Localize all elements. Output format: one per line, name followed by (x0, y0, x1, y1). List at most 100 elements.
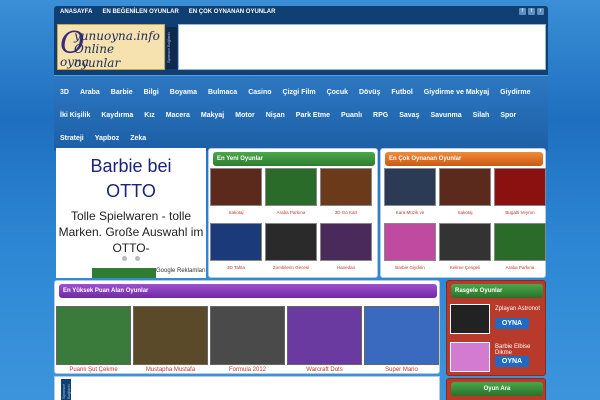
game-thumbnail[interactable] (384, 168, 436, 206)
play-button[interactable]: OYNA (495, 318, 529, 329)
category-row-2: İki Kişilik Kaydırma Kız Macera Makyaj Motor N… (60, 104, 544, 127)
category-link[interactable]: Çocuk (327, 89, 348, 96)
ad-slider[interactable]: Barbie bei OTTO Tolle Spielwaren - tolle… (56, 148, 206, 278)
twitter-icon[interactable]: t (528, 8, 535, 15)
top-rated-game-link[interactable]: Super Mario (364, 367, 439, 373)
category-link[interactable]: Silah (473, 112, 490, 119)
game-thumbnail[interactable] (265, 223, 317, 261)
game-link[interactable]: Hanedan (316, 265, 376, 270)
category-link[interactable]: Makyaj (201, 112, 224, 119)
random-games-title: Rasgele Oyunlar (451, 284, 543, 298)
search-panel: Oyun Ara (446, 378, 546, 400)
facebook-icon[interactable]: f (519, 8, 526, 15)
category-link[interactable]: Nişan (266, 112, 285, 119)
category-link[interactable]: Savunma (430, 112, 461, 119)
category-link[interactable]: Macera (166, 112, 190, 119)
top-rated-title: En Yüksek Puan Alan Oyunlar (59, 284, 437, 298)
ad-title-1[interactable]: Barbie bei (56, 156, 206, 177)
game-thumbnail[interactable] (210, 168, 262, 206)
game-link[interactable]: Kara Müzik ve (380, 210, 440, 215)
game-thumbnail[interactable] (439, 168, 491, 206)
game-link[interactable]: Barbie Giydirin (380, 265, 440, 270)
category-menu: 3D Araba Barbie Bilgi Boyama Bulmaca Casino Çiz… (54, 75, 548, 151)
category-link[interactable]: Spor (500, 112, 516, 119)
header-ad-banner[interactable] (178, 24, 546, 70)
slider-dots (122, 256, 140, 261)
game-link[interactable]: Araba Parkına (261, 210, 321, 215)
top-rated-thumbnail[interactable] (133, 306, 208, 365)
category-link[interactable]: Giydirme (500, 89, 530, 96)
category-link[interactable]: Araba (80, 89, 100, 96)
category-link[interactable]: Barbie (111, 89, 133, 96)
game-link[interactable]: Zombilerin Gecesi (261, 265, 321, 270)
slider-dot-1[interactable] (122, 256, 127, 261)
category-row-1: 3D Araba Barbie Bilgi Boyama Bulmaca Casino Çiz… (60, 81, 544, 104)
random-game-thumbnail[interactable] (450, 342, 490, 372)
top-rated-thumbnail[interactable] (56, 306, 131, 365)
game-thumbnail[interactable] (320, 223, 372, 261)
top-rated-game-link[interactable]: Formula 2012 (210, 367, 285, 373)
nav-home-link[interactable]: ANASAYFA (60, 9, 92, 15)
category-link[interactable]: Bulmaca (208, 89, 237, 96)
bottom-content-panel: Sponsor Bağlantı (54, 376, 440, 400)
game-link[interactable]: 3D Tahta (206, 265, 266, 270)
game-thumbnail[interactable] (320, 168, 372, 206)
top-rated-thumbnail[interactable] (210, 306, 285, 365)
random-game-label[interactable]: Zplayan Astronot (495, 306, 545, 312)
category-link[interactable]: Strateji (60, 135, 84, 142)
top-rated-game-link[interactable]: Puanlı Şut Çekme (56, 367, 131, 373)
category-link[interactable]: Zeka (130, 135, 146, 142)
top-rated-game-link[interactable]: Mustapha Mustafa (133, 367, 208, 373)
game-thumbnail[interactable] (439, 223, 491, 261)
random-game-thumbnail[interactable] (450, 304, 490, 334)
page-wrapper: ANASAYFA EN BEĞENİLEN OYUNLAR EN ÇOK OYN… (54, 6, 548, 400)
category-link[interactable]: Motor (235, 112, 254, 119)
category-link[interactable]: Puanlı (341, 112, 362, 119)
game-thumbnail[interactable] (384, 223, 436, 261)
category-link[interactable]: Kız (144, 112, 155, 119)
category-link[interactable]: Giydirme ve Makyaj (424, 89, 489, 96)
ad-title-2[interactable]: OTTO (56, 181, 206, 202)
category-row-3: Strateji Yapboz Zeka (60, 127, 544, 150)
top-rated-thumbnail[interactable] (364, 306, 439, 365)
game-link[interactable]: Araba Parkına (490, 265, 550, 270)
top-rated-game-link[interactable]: Warcraft Dots (287, 367, 362, 373)
category-link[interactable]: Kaydırma (101, 112, 133, 119)
category-link[interactable]: RPG (373, 112, 388, 119)
category-link[interactable]: Yapboz (95, 135, 120, 142)
search-title: Oyun Ara (451, 382, 543, 396)
site-logo[interactable]: O yunuoyna.info Online oyunlar oyna (57, 24, 165, 70)
category-link[interactable]: Casino (248, 89, 271, 96)
google-ads-label[interactable]: Google Reklamları (156, 268, 206, 274)
game-link[interactable]: Bugatti Veyron (490, 210, 550, 215)
game-link[interactable]: Kelime Çengeli (435, 265, 495, 270)
category-link[interactable]: Futbol (391, 89, 412, 96)
nav-most-played-link[interactable]: EN ÇOK OYNANAN OYUNLAR (189, 9, 276, 15)
play-button[interactable]: OYNA (495, 356, 529, 367)
game-link[interactable]: Sakotaj (206, 210, 266, 215)
category-link[interactable]: 3D (60, 89, 69, 96)
category-link[interactable]: İki Kişilik (60, 112, 90, 119)
category-link[interactable]: Savaş (399, 112, 419, 119)
bottom-sponsor-label: Sponsor Bağlantı (61, 379, 71, 400)
top-navigation: ANASAYFA EN BEĞENİLEN OYUNLAR EN ÇOK OYN… (54, 6, 548, 21)
game-thumbnail[interactable] (494, 168, 546, 206)
logo-line-1: yunuoyna.info (74, 29, 160, 43)
site-header: O yunuoyna.info Online oyunlar oyna Spon… (54, 21, 548, 75)
category-link[interactable]: Çizgi Film (283, 89, 316, 96)
game-thumbnail[interactable] (210, 223, 262, 261)
game-thumbnail[interactable] (494, 223, 546, 261)
top-rated-thumbnail[interactable] (287, 306, 362, 365)
slider-dot-2[interactable] (135, 256, 140, 261)
random-game-label[interactable]: Barbie Elbise Dikme (495, 344, 545, 356)
ad-description: Tolle Spielwaren - tolle Marken. Große A… (58, 209, 204, 255)
rss-icon[interactable]: r (537, 8, 544, 15)
game-link[interactable]: 3D Go Kart (316, 210, 376, 215)
game-link[interactable]: Sakotaj (435, 210, 495, 215)
category-link[interactable]: Bilgi (144, 89, 159, 96)
category-link[interactable]: Dövüş (359, 89, 380, 96)
game-thumbnail[interactable] (265, 168, 317, 206)
nav-most-liked-link[interactable]: EN BEĞENİLEN OYUNLAR (102, 9, 178, 15)
category-link[interactable]: Park Etme (296, 112, 330, 119)
category-link[interactable]: Boyama (170, 89, 197, 96)
